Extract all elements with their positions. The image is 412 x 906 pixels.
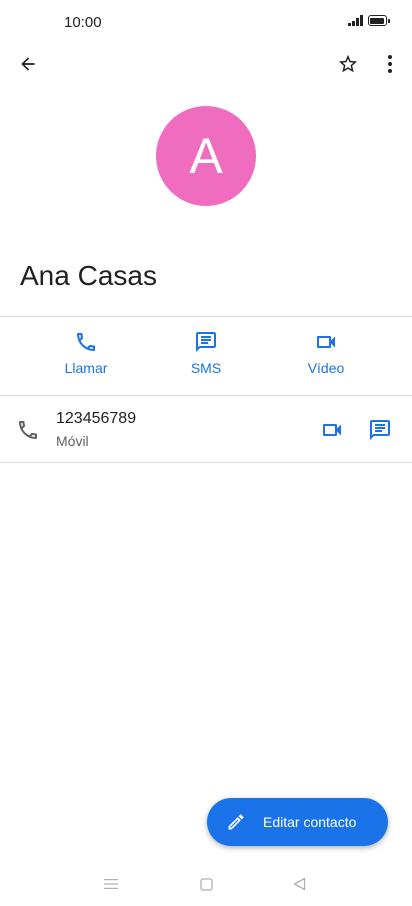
nav-back-button[interactable] <box>287 872 311 896</box>
signal-icon <box>348 15 363 26</box>
message-icon <box>196 332 216 352</box>
recents-button[interactable] <box>99 872 123 896</box>
pencil-icon <box>225 811 247 833</box>
home-button[interactable] <box>194 872 218 896</box>
contact-name: Ana Casas <box>20 260 157 291</box>
video-label: Vídeo <box>307 360 345 376</box>
sms-label: SMS <box>190 360 222 376</box>
divider <box>0 316 412 317</box>
videocam-icon <box>323 424 341 436</box>
status-time: 10:00 <box>64 14 102 31</box>
favorite-button[interactable] <box>332 48 364 80</box>
phone-type: Móvil <box>56 433 89 449</box>
call-label: Llamar <box>64 360 108 376</box>
menu-icon <box>104 879 118 889</box>
avatar-letter: A <box>189 128 223 184</box>
status-icons <box>348 15 390 26</box>
more-options-button[interactable] <box>374 48 406 80</box>
video-button[interactable]: Vídeo <box>271 330 381 376</box>
star-outline-icon <box>338 54 358 73</box>
call-button[interactable]: Llamar <box>31 330 141 376</box>
divider <box>0 462 412 463</box>
phone-number[interactable]: 123456789 <box>56 410 136 428</box>
edit-contact-button[interactable]: Editar contacto <box>207 798 388 846</box>
edit-contact-label: Editar contacto <box>263 814 357 830</box>
back-button[interactable] <box>12 48 44 80</box>
video-call-number-button[interactable] <box>318 418 346 442</box>
videocam-icon <box>317 336 335 348</box>
more-vertical-icon <box>388 55 392 73</box>
battery-icon <box>367 15 390 26</box>
phone-icon <box>19 421 37 439</box>
back-icon <box>293 877 305 891</box>
sms-button[interactable]: SMS <box>151 330 261 376</box>
divider <box>0 395 412 396</box>
back-arrow-icon <box>21 57 35 71</box>
message-number-button[interactable] <box>366 416 394 444</box>
avatar: A <box>156 106 256 206</box>
phone-icon <box>77 333 95 351</box>
message-icon <box>370 420 390 440</box>
home-icon <box>199 877 213 891</box>
phone-entry-icon <box>16 418 40 442</box>
